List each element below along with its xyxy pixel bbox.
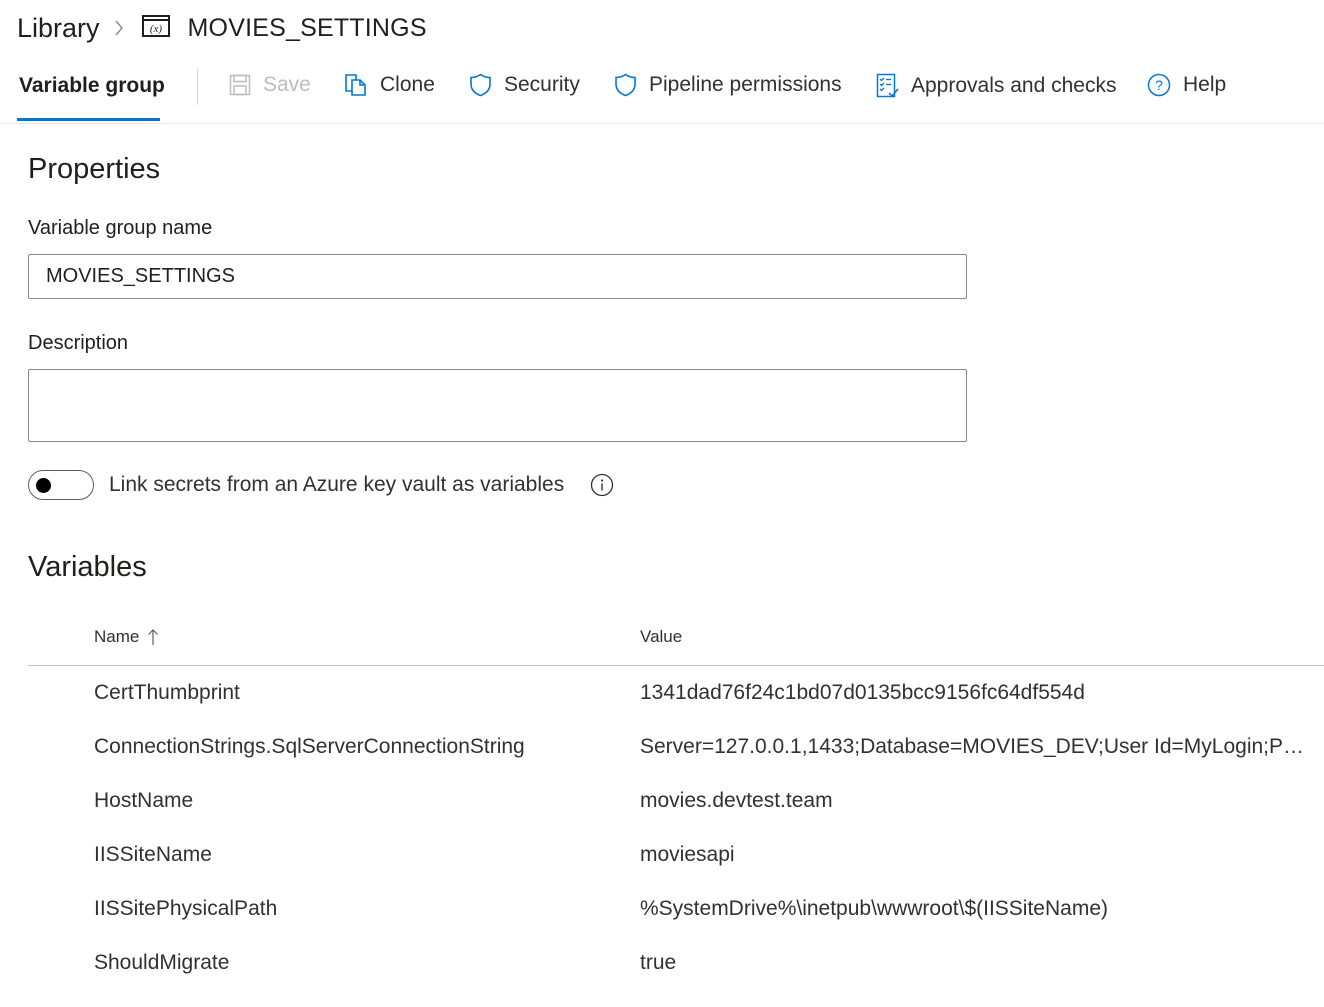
save-label: Save [263,73,311,96]
column-header-value[interactable]: Value [640,627,682,647]
clone-label: Clone [380,73,435,96]
checklist-icon [876,73,899,98]
variable-name: CertThumbprint [94,681,240,704]
save-button[interactable]: Save [229,73,311,97]
keyvault-toggle[interactable] [28,470,94,500]
approvals-and-checks-label: Approvals and checks [911,74,1117,97]
svg-text:?: ? [1155,77,1163,93]
help-label: Help [1183,73,1227,96]
variable-group-icon: (x) [141,14,188,42]
table-row[interactable]: ConnectionStrings.SqlServerConnectionStr… [28,720,1324,774]
variable-value: 1341dad76f24c1bd07d0135bcc9156fc64df554d [640,681,1085,704]
shield-icon [615,73,636,97]
variable-group-name-label: Variable group name [28,217,213,239]
variable-name: ShouldMigrate [94,951,230,974]
variable-name: ConnectionStrings.SqlServerConnectionStr… [94,735,525,758]
clone-icon [345,74,366,96]
keyvault-toggle-label: Link secrets from an Azure key vault as … [109,473,565,496]
command-divider [197,69,198,105]
help-icon: ? [1147,73,1171,97]
svg-text:(x): (x) [149,23,162,35]
info-icon[interactable] [590,473,614,497]
shield-icon [470,73,491,97]
breadcrumb-current: MOVIES_SETTINGS [187,13,427,42]
column-header-name-label: Name [94,627,140,646]
variables-heading: Variables [28,551,147,583]
variable-value: true [640,951,677,974]
toggle-knob [36,478,51,493]
approvals-and-checks-button[interactable]: Approvals and checks [876,73,1116,99]
active-tab-indicator [17,118,160,121]
variable-name: IISSitePhysicalPath [94,897,278,920]
sort-ascending-icon [148,629,159,645]
table-header: Name Value [28,610,1324,666]
command-bar: Variable group Save Clone Security Pipel… [0,60,1324,124]
variable-value: Server=127.0.0.1,1433;Database=MOVIES_DE… [640,735,1312,758]
chevron-right-icon [114,18,126,38]
breadcrumb-library-link[interactable]: Library [17,13,100,44]
column-header-value-label: Value [640,627,683,646]
keyvault-toggle-row: Link secrets from an Azure key vault as … [28,470,614,500]
table-row[interactable]: CertThumbprint 1341dad76f24c1bd07d0135bc… [28,666,1324,720]
clone-button[interactable]: Clone [344,73,435,97]
variable-value: %SystemDrive%\inetpub\wwwroot\$(IISSiteN… [640,897,1108,920]
table-row[interactable]: ShouldMigrate true [28,936,1324,990]
properties-heading: Properties [28,153,161,185]
save-icon [229,74,251,96]
table-row[interactable]: HostName movies.devtest.team [28,774,1324,828]
variable-value: moviesapi [640,843,735,866]
tab-variable-group[interactable]: Variable group [19,74,165,98]
security-button[interactable]: Security [469,73,580,97]
pipeline-permissions-button[interactable]: Pipeline permissions [614,73,842,97]
variable-group-name-input[interactable] [28,254,967,299]
column-header-name[interactable]: Name [94,627,159,647]
variable-name: IISSiteName [94,843,212,866]
variable-value: movies.devtest.team [640,789,833,812]
help-button[interactable]: ? Help [1147,73,1226,97]
table-row[interactable]: IISSitePhysicalPath %SystemDrive%\inetpu… [28,882,1324,936]
description-label: Description [28,332,129,354]
description-input[interactable] [28,369,967,442]
table-row[interactable]: IISSiteName moviesapi [28,828,1324,882]
security-label: Security [504,73,580,96]
variables-table: Name Value CertThumbprint 1341dad76f24c1… [28,610,1324,990]
pipeline-permissions-label: Pipeline permissions [649,73,842,96]
variable-name: HostName [94,789,194,812]
breadcrumb: Library (x) MOVIES_SETTINGS [17,10,427,46]
